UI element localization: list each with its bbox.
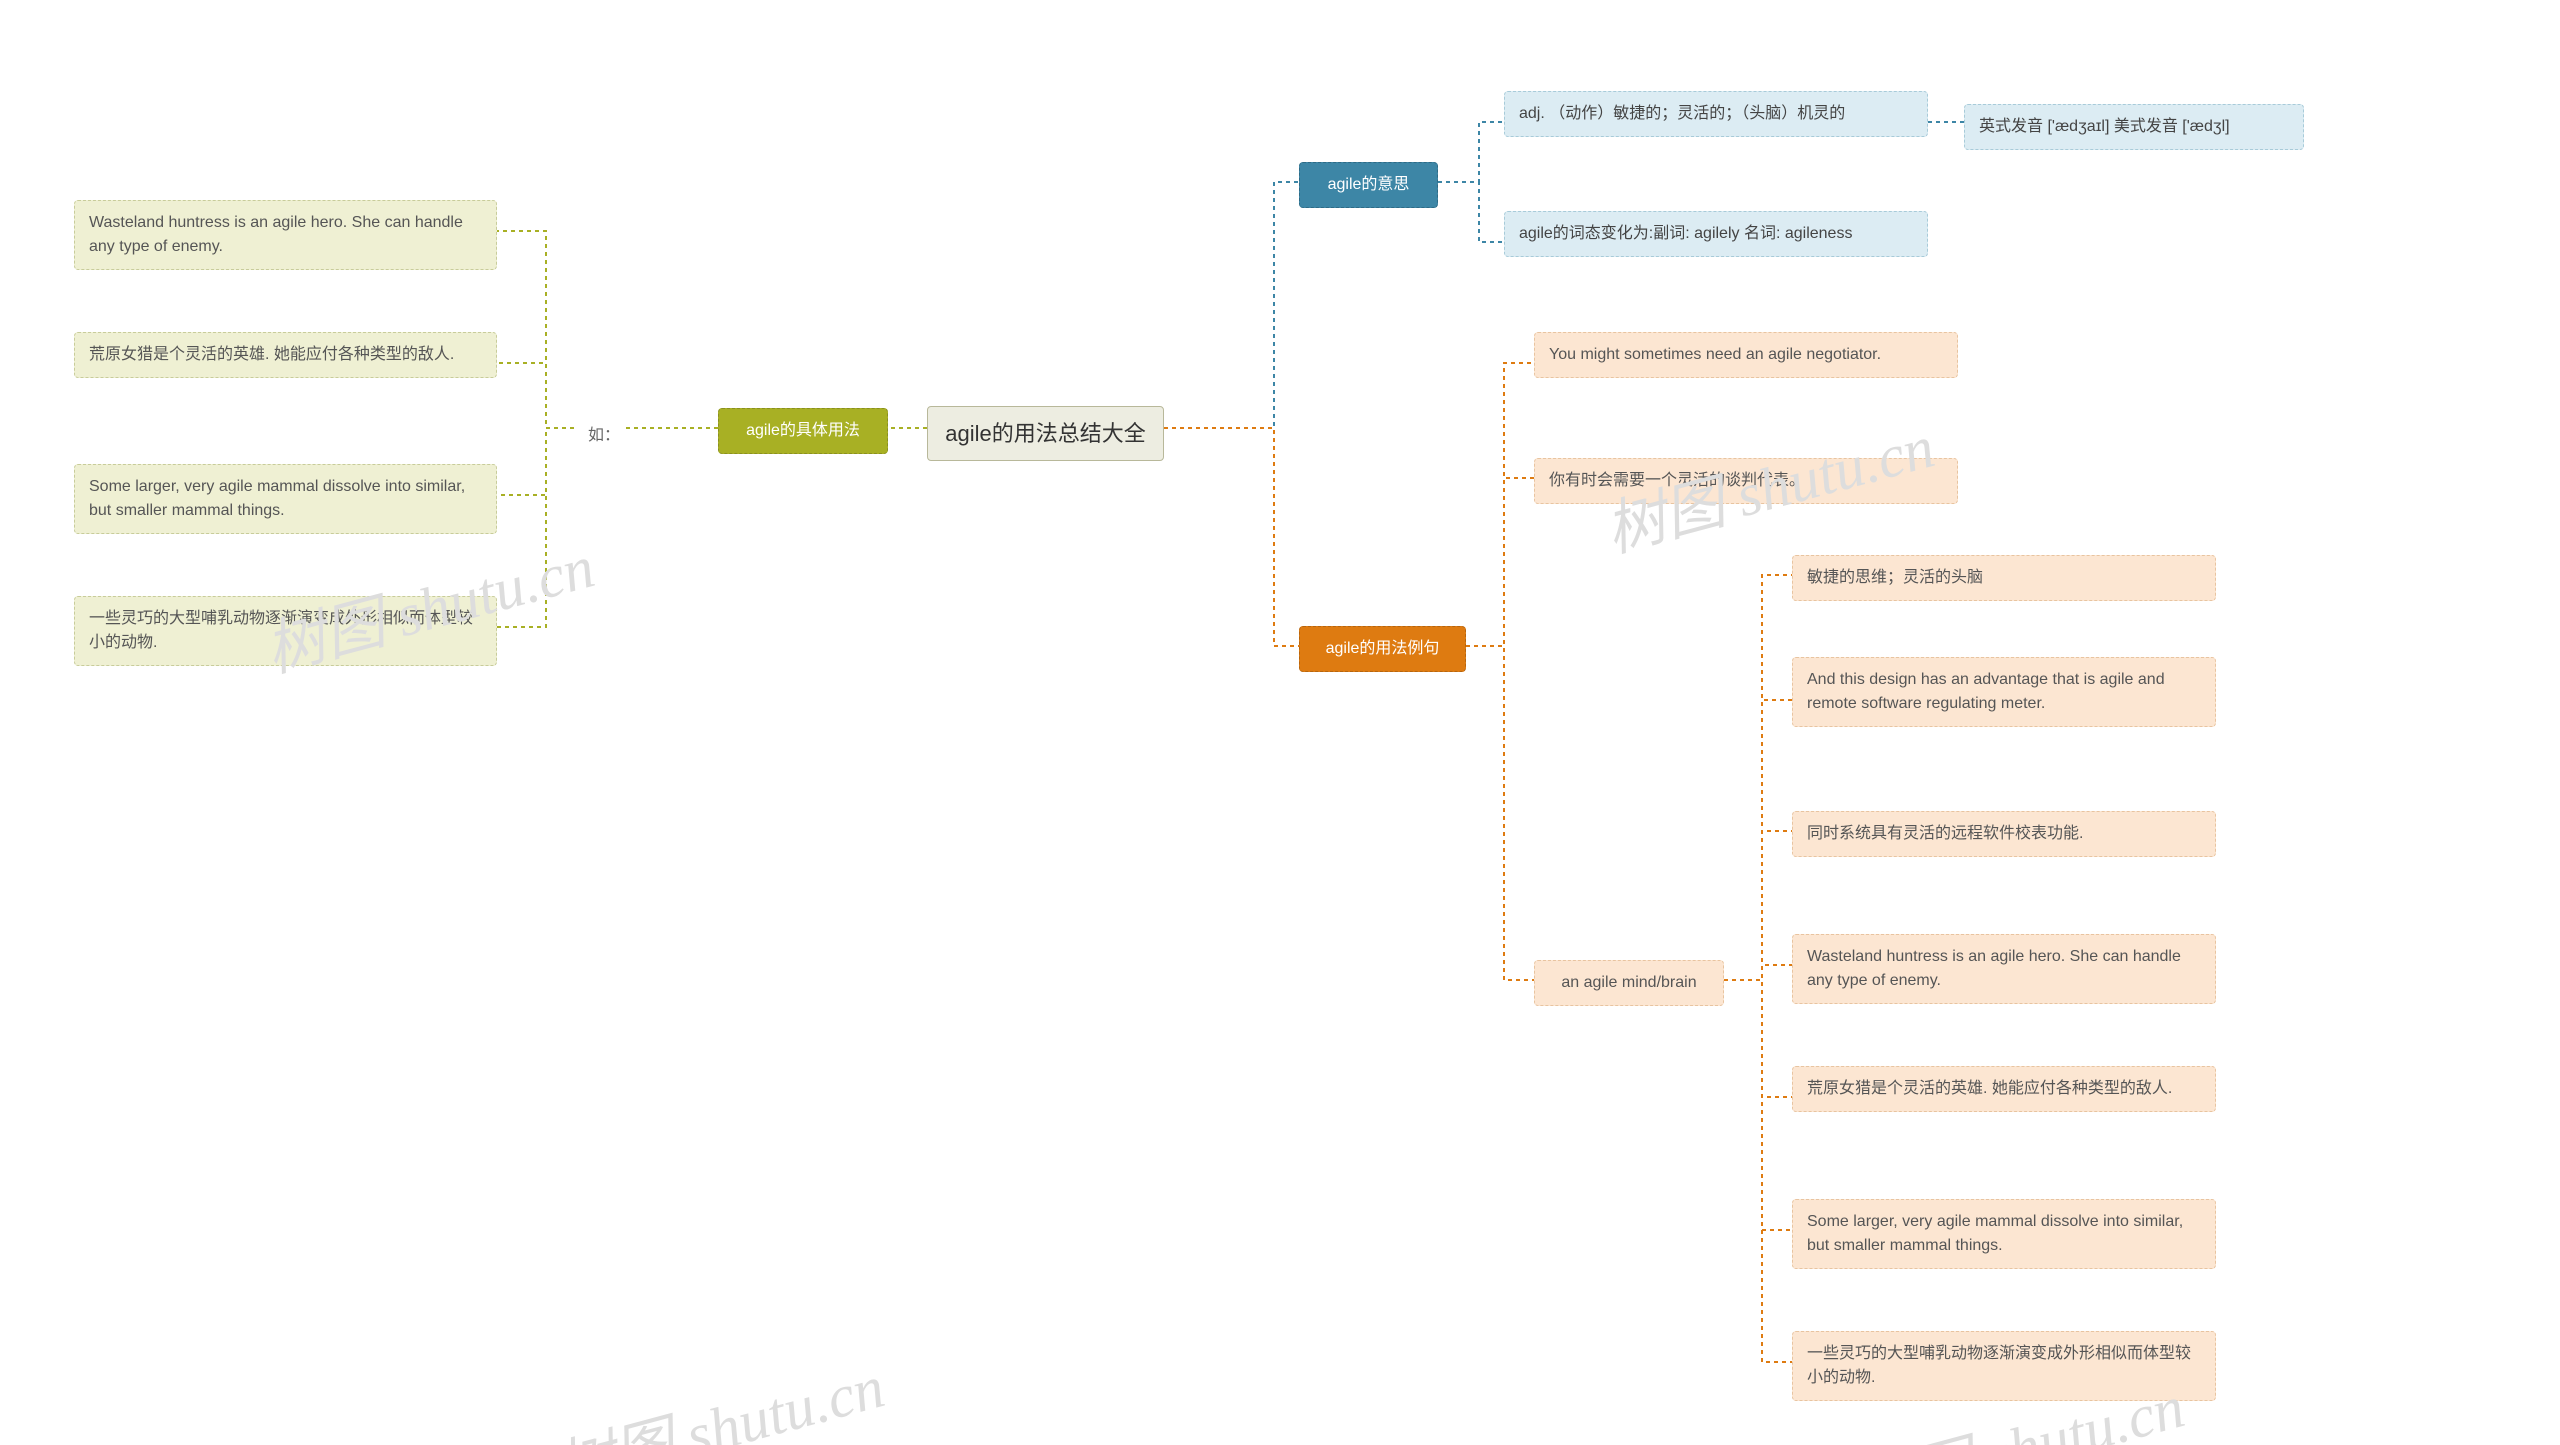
usage-item-text: 荒原女猎是个灵活的英雄. 她能应付各种类型的敌人. (89, 346, 454, 363)
pronunciation-text: 英式发音 ['ædʒaɪl] 美式发音 ['ædʒl] (1979, 118, 2230, 135)
mind-item[interactable]: Some larger, very agile mammal dissolve … (1792, 1199, 2216, 1269)
usage-label: agile的具体用法 (746, 422, 860, 439)
mind-item[interactable]: 一些灵巧的大型哺乳动物逐渐演变成外形相似而体型较小的动物. (1792, 1331, 2216, 1401)
mind-item-text: 一些灵巧的大型哺乳动物逐渐演变成外形相似而体型较小的动物. (1807, 1345, 2191, 1386)
mind-item[interactable]: 敏捷的思维；灵活的头脑 (1792, 555, 2216, 601)
usage-item[interactable]: 一些灵巧的大型哺乳动物逐渐演变成外形相似而体型较小的动物. (74, 596, 497, 666)
mind-item-text: And this design has an advantage that is… (1807, 671, 2165, 712)
sentences-node[interactable]: agile的用法例句 (1299, 626, 1466, 672)
sentence-text: You might sometimes need an agile negoti… (1549, 346, 1881, 363)
mind-item-text: Wasteland huntress is an agile hero. She… (1807, 948, 2181, 989)
meaning-item[interactable]: adj. （动作）敏捷的；灵活的；（头脑）机灵的 (1504, 91, 1928, 137)
root-node[interactable]: agile的用法总结大全 (927, 406, 1164, 461)
usage-item-text: Wasteland huntress is an agile hero. She… (89, 214, 463, 255)
mind-item[interactable]: And this design has an advantage that is… (1792, 657, 2216, 727)
sentence-text: 你有时会需要一个灵活的谈判代表。 (1549, 472, 1805, 489)
usage-item[interactable]: Wasteland huntress is an agile hero. She… (74, 200, 497, 270)
usage-item[interactable]: 荒原女猎是个灵活的英雄. 她能应付各种类型的敌人. (74, 332, 497, 378)
example-label: 如： (588, 427, 620, 444)
mind-label: an agile mind/brain (1561, 974, 1696, 991)
example-label-node[interactable]: 如： (574, 414, 623, 458)
usage-node[interactable]: agile的具体用法 (718, 408, 888, 454)
meaning-item[interactable]: agile的词态变化为:副词: agilely 名词: agileness (1504, 211, 1928, 257)
meaning-label: agile的意思 (1328, 176, 1410, 193)
mind-item[interactable]: 荒原女猎是个灵活的英雄. 她能应付各种类型的敌人. (1792, 1066, 2216, 1112)
mindmap-canvas: agile的用法总结大全 agile的具体用法 如： Wasteland hun… (0, 0, 2560, 1445)
watermark: 树图 shutu.cn (544, 1338, 892, 1445)
mind-item-text: Some larger, very agile mammal dissolve … (1807, 1213, 2183, 1254)
usage-item[interactable]: Some larger, very agile mammal dissolve … (74, 464, 497, 534)
usage-item-text: 一些灵巧的大型哺乳动物逐渐演变成外形相似而体型较小的动物. (89, 610, 473, 651)
mind-item-text: 敏捷的思维；灵活的头脑 (1807, 569, 1983, 586)
root-label: agile的用法总结大全 (945, 421, 1145, 446)
meaning-item-text: adj. （动作）敏捷的；灵活的；（头脑）机灵的 (1519, 105, 1845, 122)
mind-item-text: 荒原女猎是个灵活的英雄. 她能应付各种类型的敌人. (1807, 1080, 2172, 1097)
meaning-node[interactable]: agile的意思 (1299, 162, 1438, 208)
pronunciation-node[interactable]: 英式发音 ['ædʒaɪl] 美式发音 ['ædʒl] (1964, 104, 2304, 150)
meaning-item-text: agile的词态变化为:副词: agilely 名词: agileness (1519, 225, 1852, 242)
sentence-item[interactable]: 你有时会需要一个灵活的谈判代表。 (1534, 458, 1958, 504)
sentence-item[interactable]: You might sometimes need an agile negoti… (1534, 332, 1958, 378)
usage-item-text: Some larger, very agile mammal dissolve … (89, 478, 465, 519)
sentences-label: agile的用法例句 (1326, 640, 1440, 657)
mind-item-text: 同时系统具有灵活的远程软件校表功能. (1807, 825, 2083, 842)
mind-item[interactable]: Wasteland huntress is an agile hero. She… (1792, 934, 2216, 1004)
mind-item[interactable]: 同时系统具有灵活的远程软件校表功能. (1792, 811, 2216, 857)
mind-node[interactable]: an agile mind/brain (1534, 960, 1724, 1006)
